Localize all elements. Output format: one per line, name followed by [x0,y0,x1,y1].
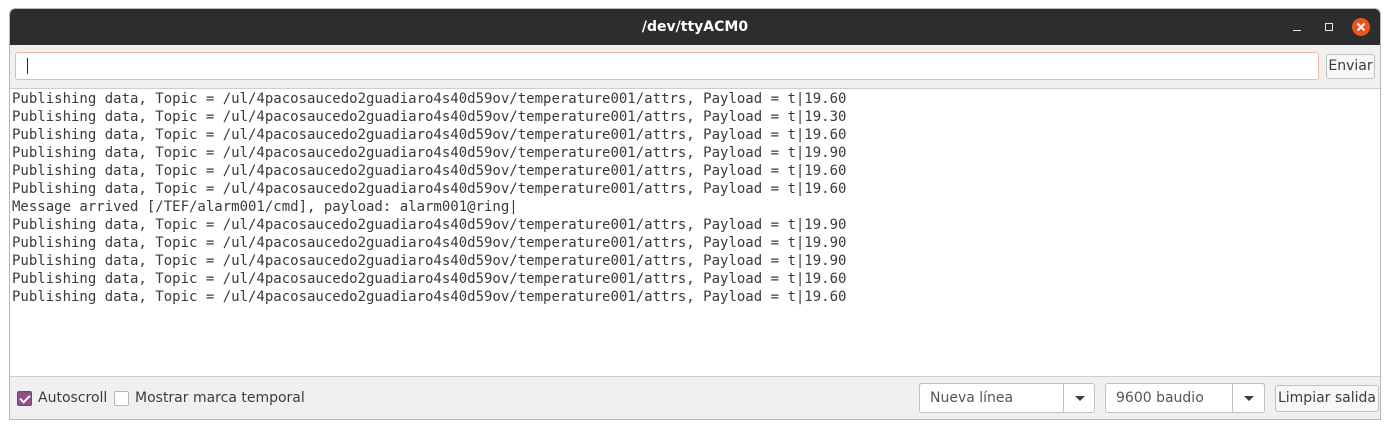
close-icon[interactable] [1352,18,1370,36]
autoscroll-checkbox[interactable] [17,391,32,406]
output-line: Publishing data, Topic = /ul/4pacosauced… [12,145,847,161]
baud-rate-value: 9600 baudio [1116,390,1204,406]
baud-rate-select[interactable]: 9600 baudio [1105,383,1265,413]
timestamp-label[interactable]: Mostrar marca temporal [135,389,305,408]
window-title: /dev/ttyACM0 [641,19,749,35]
clear-output-button[interactable]: Limpiar salida [1275,385,1379,412]
chevron-down-icon[interactable] [1244,396,1254,401]
select-divider [1232,384,1233,412]
serial-output[interactable]: Publishing data, Topic = /ul/4pacosauced… [10,88,1380,377]
line-ending-select[interactable]: Nueva línea [919,383,1095,413]
select-divider [1063,384,1064,412]
line-ending-value: Nueva línea [930,390,1014,406]
output-line: Publishing data, Topic = /ul/4pacosauced… [12,271,847,287]
output-line: Publishing data, Topic = /ul/4pacosauced… [12,91,847,107]
output-line: Publishing data, Topic = /ul/4pacosauced… [12,253,847,269]
output-line: Message arrived [/TEF/alarm001/cmd], pay… [12,199,518,215]
maximize-icon[interactable] [1320,18,1338,36]
output-line: Publishing data, Topic = /ul/4pacosauced… [12,235,847,251]
output-line: Publishing data, Topic = /ul/4pacosauced… [12,163,847,179]
output-line: Publishing data, Topic = /ul/4pacosauced… [12,127,847,143]
minimize-icon[interactable] [1288,18,1306,36]
send-button[interactable]: Enviar [1326,54,1375,79]
autoscroll-label[interactable]: Autoscroll [38,389,107,408]
text-caret [27,58,28,74]
chevron-down-icon[interactable] [1075,396,1085,401]
send-input[interactable] [15,52,1319,80]
title-bar[interactable]: /dev/ttyACM0 [10,9,1380,45]
output-line: Publishing data, Topic = /ul/4pacosauced… [12,289,847,305]
output-line: Publishing data, Topic = /ul/4pacosauced… [12,217,847,233]
serial-monitor-window: /dev/ttyACM0 Enviar Publishing data, Top… [9,8,1381,420]
output-line: Publishing data, Topic = /ul/4pacosauced… [12,109,847,125]
output-line: Publishing data, Topic = /ul/4pacosauced… [12,181,847,197]
timestamp-checkbox[interactable] [114,391,129,406]
